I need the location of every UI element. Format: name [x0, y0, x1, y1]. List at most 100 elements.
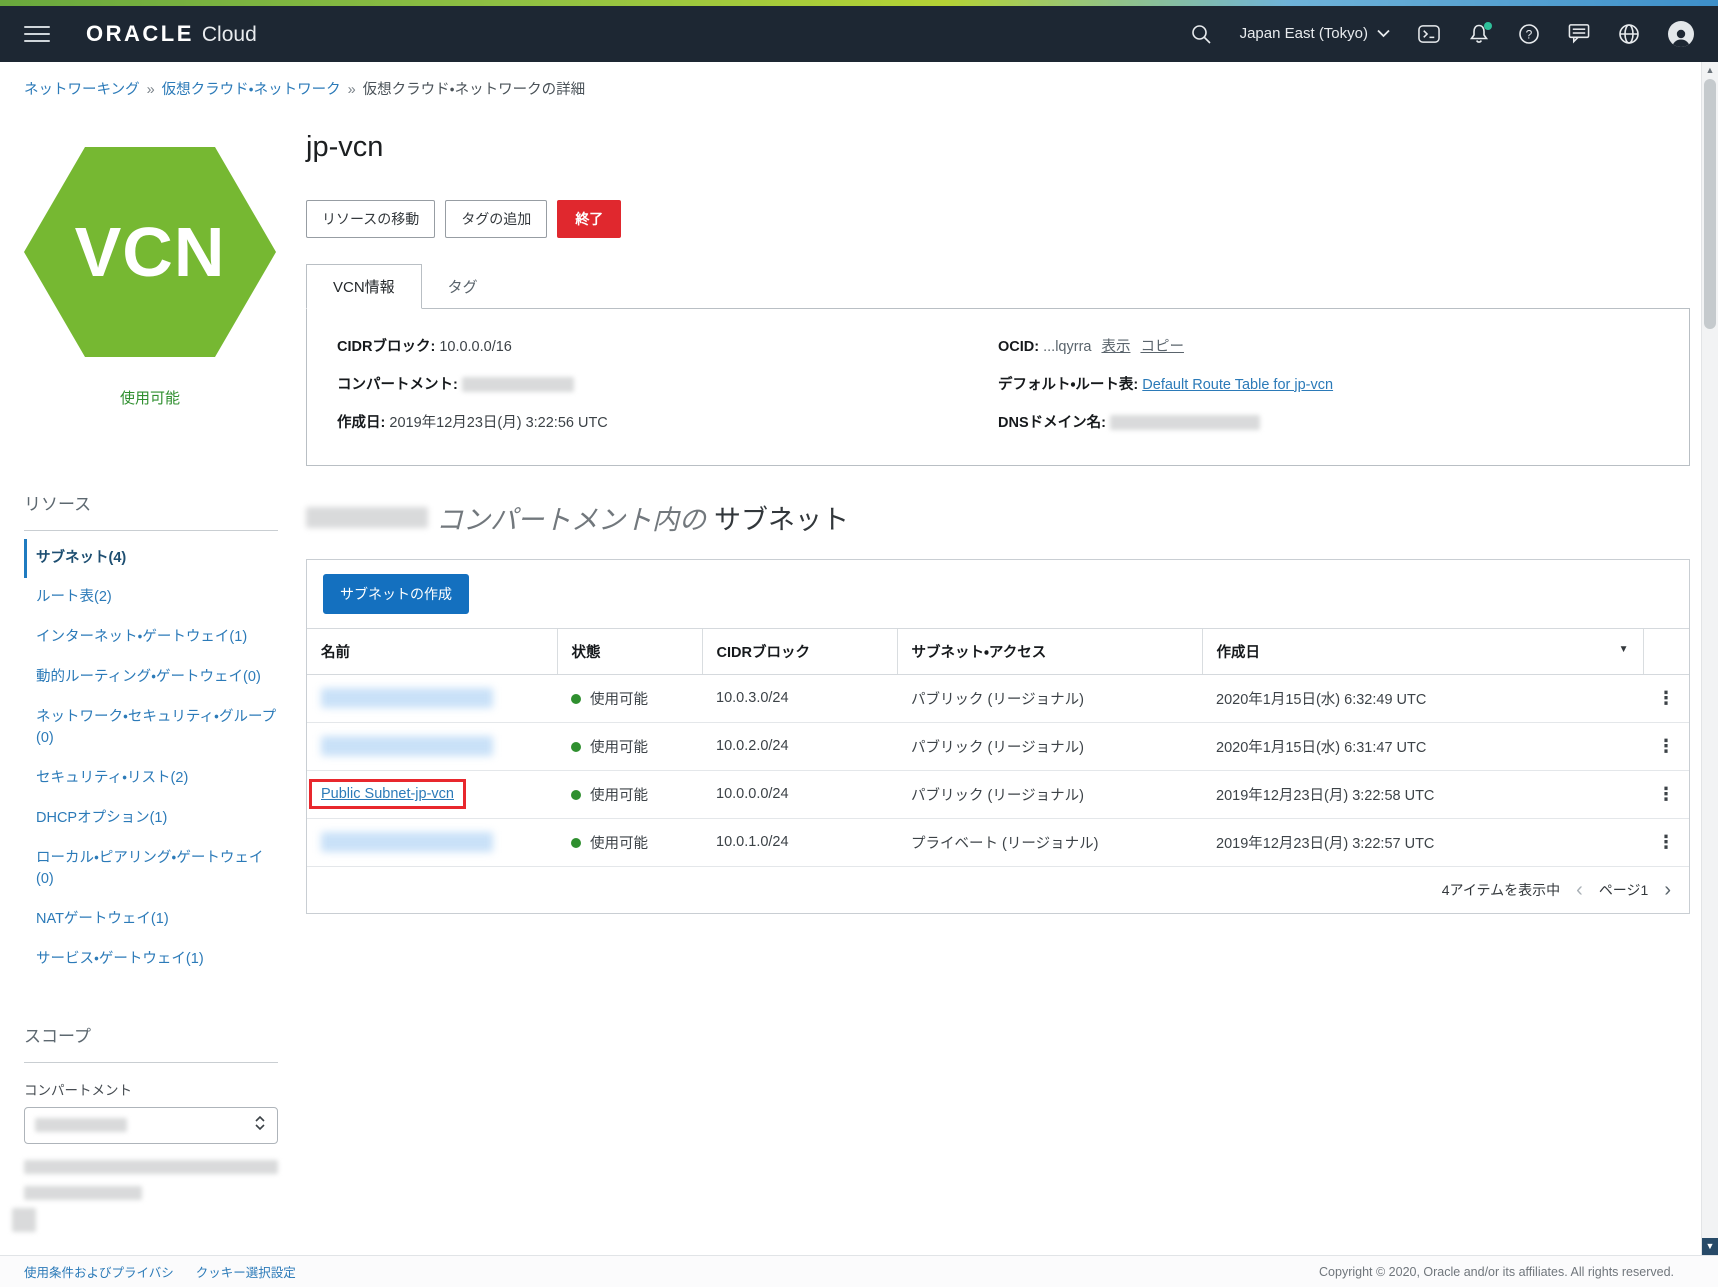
subnet-state: 使用可能: [590, 788, 648, 804]
column-header-cidr[interactable]: CIDRブロック: [702, 628, 897, 674]
sidebar-resource-item[interactable]: サービス・ゲートウェイ(1): [24, 940, 278, 980]
cloud-shell-icon[interactable]: [1418, 23, 1440, 45]
add-tags-button[interactable]: タグの追加: [445, 200, 547, 238]
left-sidebar: VCN 使用可能 リソース サブネット(4)ルート表(2)インターネット・ゲート…: [0, 105, 306, 1255]
table-row[interactable]: Public Subnet-jp-vcn 使用可能 10.0.0.0/24 パブ…: [307, 770, 1689, 818]
subnet-name-link[interactable]: Public Subnet-jp-vcn: [321, 786, 454, 802]
resources-heading: リソース: [24, 490, 278, 515]
table-row[interactable]: 使用可能 10.0.2.0/24 パブリック (リージョナル) 2020年1月1…: [307, 722, 1689, 770]
column-header-created[interactable]: 作成日▼: [1202, 628, 1643, 674]
redacted-compartment-name: [462, 377, 574, 392]
breadcrumb-networking[interactable]: ネットワーキング: [24, 82, 140, 98]
cidr-label: CIDRブロック:: [337, 339, 435, 355]
scroll-down-arrow-icon[interactable]: ▼: [1702, 1238, 1718, 1255]
subnets-section-heading: コンパートメント内の サブネット: [306, 498, 1690, 537]
vcn-info-panel: CIDRブロック: 10.0.0.0/16 コンパートメント: 作成日: 201…: [306, 308, 1690, 466]
subnet-cidr: 10.0.1.0/24: [702, 818, 897, 866]
subnet-access: パブリック (リージョナル): [897, 722, 1202, 770]
redacted-subnet-name: [321, 736, 493, 756]
created-value: 2019年12月23日(月) 3:22:56 UTC: [389, 415, 607, 431]
select-arrows-icon: [253, 1114, 267, 1137]
sidebar-resource-item[interactable]: ルート表(2): [24, 578, 278, 618]
resource-list: サブネット(4)ルート表(2)インターネット・ゲートウェイ(1)動的ルーティング…: [24, 539, 278, 980]
subnet-cidr: 10.0.3.0/24: [702, 674, 897, 722]
subnet-cidr: 10.0.2.0/24: [702, 722, 897, 770]
hamburger-menu-icon[interactable]: [24, 26, 50, 42]
sidebar-resource-item[interactable]: NATゲートウェイ(1): [24, 900, 278, 940]
ocid-value: ...lqyrra: [1043, 339, 1091, 355]
oracle-cloud-console-page: ORACLE Cloud Japan East (Tokyo) ?: [0, 0, 1718, 1287]
sidebar-resource-item[interactable]: 動的ルーティング・ゲートウェイ(0): [24, 658, 278, 698]
notifications-bell-icon[interactable]: [1468, 23, 1490, 45]
status-dot-icon: [571, 742, 581, 752]
column-header-access[interactable]: サブネット・アクセス: [897, 628, 1202, 674]
terms-privacy-link[interactable]: 使用条件およびプライバシ: [24, 1262, 174, 1281]
breadcrumb-vcn-list[interactable]: 仮想クラウド・ネットワーク: [162, 82, 341, 98]
move-resource-button[interactable]: リソースの移動: [306, 200, 435, 238]
subnet-state-cell: 使用可能: [557, 818, 702, 866]
column-header-name[interactable]: 名前: [307, 628, 557, 674]
redacted-compartment-value: [35, 1118, 127, 1132]
sidebar-resource-item[interactable]: DHCPオプション(1): [24, 799, 278, 839]
previous-page-icon[interactable]: ‹: [1576, 883, 1583, 897]
feedback-icon[interactable]: [1568, 23, 1590, 45]
compartment-select-label: コンパートメント: [24, 1079, 278, 1099]
vertical-scrollbar[interactable]: ▲ ▼: [1701, 62, 1718, 1255]
sidebar-resource-item[interactable]: ローカル・ピアリング・ゲートウェイ(0): [24, 839, 278, 901]
subnet-state-cell: 使用可能: [557, 770, 702, 818]
logo-oracle-text: ORACLE: [86, 21, 194, 47]
scrollbar-thumb[interactable]: [1704, 79, 1716, 329]
divider: [24, 1062, 278, 1063]
sidebar-resource-item[interactable]: ネットワーク・セキュリティ・グループ(0): [24, 698, 278, 760]
page-title: jp-vcn: [306, 131, 1690, 164]
compartment-label: コンパートメント:: [337, 377, 458, 393]
oracle-cloud-logo[interactable]: ORACLE Cloud: [86, 21, 257, 47]
table-pagination: 4アイテムを表示中 ‹ ページ1 ›: [307, 867, 1689, 913]
sort-descending-icon[interactable]: ▼: [1619, 644, 1629, 655]
entity-action-buttons: リソースの移動 タグの追加 終了: [306, 200, 1690, 238]
table-row[interactable]: 使用可能 10.0.1.0/24 プライベート (リージョナル) 2019年12…: [307, 818, 1689, 866]
table-row[interactable]: 使用可能 10.0.3.0/24 パブリック (リージョナル) 2020年1月1…: [307, 674, 1689, 722]
sidebar-resource-item[interactable]: サブネット(4): [24, 539, 278, 579]
subnet-name-cell: [307, 674, 557, 722]
create-subnet-button[interactable]: サブネットの作成: [323, 574, 469, 614]
cookie-preferences-link[interactable]: クッキー選択設定: [196, 1262, 296, 1281]
ocid-copy-link[interactable]: コピー: [1140, 339, 1184, 355]
subnet-access: プライベート (リージョナル): [897, 818, 1202, 866]
region-picker[interactable]: Japan East (Tokyo): [1240, 25, 1390, 42]
terminate-button[interactable]: 終了: [557, 200, 621, 238]
sidebar-resource-item[interactable]: セキュリティ・リスト(2): [24, 759, 278, 799]
tab-vcn-info[interactable]: VCN情報: [306, 264, 422, 309]
topbar-actions: Japan East (Tokyo) ?: [1190, 21, 1694, 47]
subnet-name-cell: [307, 818, 557, 866]
language-globe-icon[interactable]: [1618, 23, 1640, 45]
row-actions-kebab-icon[interactable]: ⋮: [1643, 818, 1689, 866]
column-header-state[interactable]: 状態: [557, 628, 702, 674]
subnet-state: 使用可能: [590, 740, 648, 756]
heading-strong-text: サブネット: [714, 498, 849, 537]
tab-tags[interactable]: タグ: [422, 265, 504, 308]
subnet-created: 2020年1月15日(水) 6:31:47 UTC: [1202, 722, 1643, 770]
row-actions-kebab-icon[interactable]: ⋮: [1643, 770, 1689, 818]
help-icon[interactable]: ?: [1518, 23, 1540, 45]
default-route-table-link[interactable]: Default Route Table for jp-vcn: [1142, 377, 1333, 393]
search-icon[interactable]: [1190, 23, 1212, 45]
scroll-up-arrow-icon[interactable]: ▲: [1702, 62, 1718, 78]
created-label: 作成日:: [337, 415, 385, 431]
sidebar-resource-item[interactable]: インターネット・ゲートウェイ(1): [24, 618, 278, 658]
user-avatar-icon[interactable]: [1668, 21, 1694, 47]
top-navigation-bar: ORACLE Cloud Japan East (Tokyo) ?: [0, 6, 1718, 62]
region-label: Japan East (Tokyo): [1240, 25, 1368, 42]
row-actions-kebab-icon[interactable]: ⋮: [1643, 722, 1689, 770]
status-dot-icon: [571, 790, 581, 800]
page-indicator: ページ1: [1599, 880, 1649, 900]
redacted-subnet-name: [321, 688, 493, 708]
route-table-label: デフォルト・ルート表:: [998, 377, 1138, 393]
notification-dot: [1484, 22, 1492, 30]
row-actions-kebab-icon[interactable]: ⋮: [1643, 674, 1689, 722]
ocid-show-link[interactable]: 表示: [1101, 339, 1130, 355]
redacted-heading-compartment: [306, 507, 428, 528]
compartment-select[interactable]: [24, 1107, 278, 1144]
next-page-icon[interactable]: ›: [1664, 883, 1671, 897]
subnet-cidr: 10.0.0.0/24: [702, 770, 897, 818]
